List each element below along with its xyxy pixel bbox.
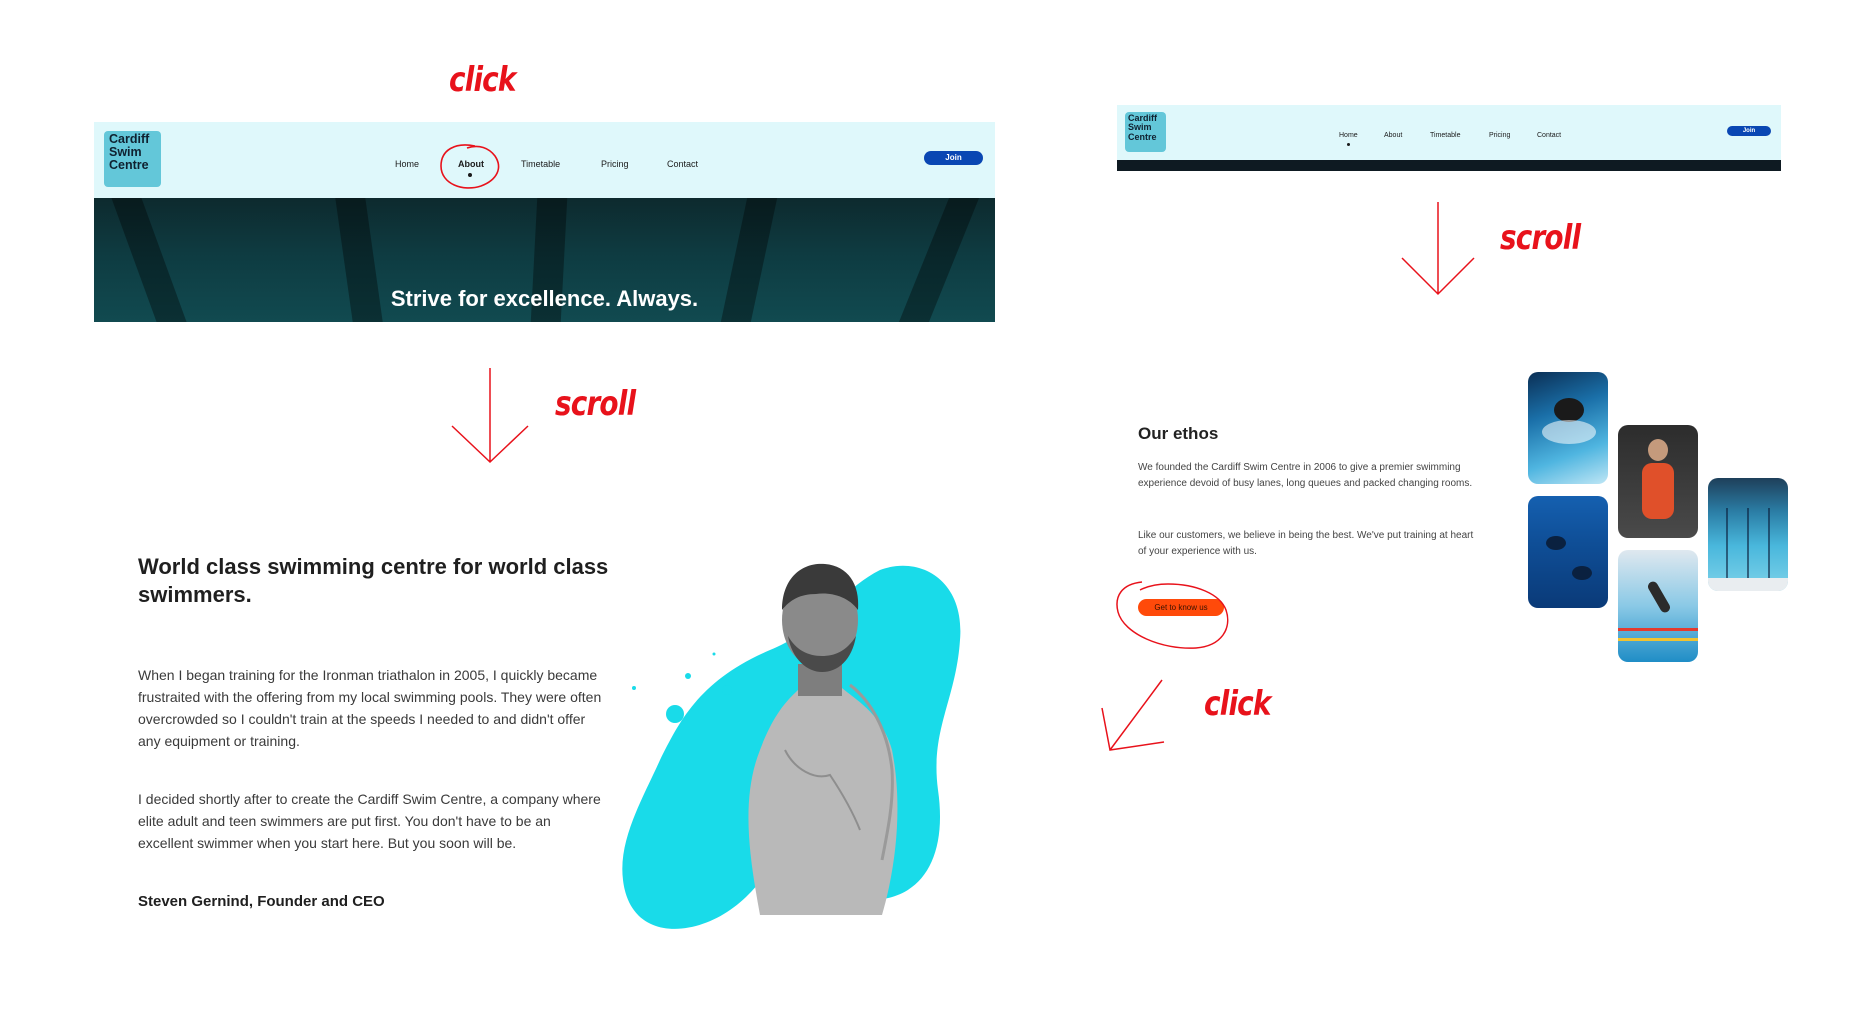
annotation-scroll-arrow-down	[451, 368, 529, 464]
annotation-scroll-arrow-down	[1401, 202, 1475, 296]
site-logo[interactable]: Cardiff Swim Centre	[1125, 112, 1166, 152]
header-nav-home-page: Cardiff Swim Centre Home About Timetable…	[1117, 105, 1781, 160]
nav-item-contact[interactable]: Contact	[667, 159, 698, 169]
photo-diving-swimmer	[1618, 550, 1698, 662]
about-heading: World class swimming centre for world cl…	[138, 554, 609, 607]
logo-text-line3: Centre	[109, 158, 149, 173]
nav-item-about[interactable]: About	[1384, 132, 1402, 139]
annotation-circle-cta	[1116, 581, 1229, 649]
nav-item-home[interactable]: Home	[395, 159, 419, 169]
about-paragraph-2: I decided shortly after to create the Ca…	[138, 791, 601, 851]
founder-portrait	[622, 563, 961, 929]
hero-title: Strive for excellence. Always.	[390, 286, 699, 311]
header-nav-about-page: Cardiff Swim Centre Home About Timetable…	[94, 122, 995, 198]
annotation-scroll-label: scroll	[1500, 218, 1581, 258]
annotation-circle-about	[440, 144, 500, 189]
photo-empty-pool-lanes	[1708, 478, 1788, 591]
ethos-paragraph-2: Like our customers, we believe in being …	[1138, 530, 1474, 557]
join-button[interactable]: Join	[1727, 126, 1771, 136]
ethos-heading: Our ethos	[1138, 424, 1219, 443]
nav-item-pricing[interactable]: Pricing	[1489, 132, 1510, 139]
photo-underwater-swimmers	[1528, 496, 1608, 608]
hero-banner-top-edge	[1117, 160, 1781, 171]
photo-swimmer-breaststroke	[1528, 372, 1608, 484]
join-button[interactable]: Join	[924, 151, 983, 165]
annotation-click-label: click	[449, 60, 516, 100]
annotation-scroll-label: scroll	[555, 384, 636, 424]
annotation-click-label: click	[1204, 684, 1271, 724]
annotation-click-arrow	[1101, 679, 1165, 751]
founder-signature: Steven Gernind, Founder and CEO	[138, 893, 385, 910]
nav-item-timetable[interactable]: Timetable	[521, 159, 560, 169]
nav-item-pricing[interactable]: Pricing	[601, 159, 629, 169]
photo-swimmer-portrait	[1618, 425, 1698, 538]
nav-item-timetable[interactable]: Timetable	[1430, 132, 1460, 139]
site-logo[interactable]: Cardiff Swim Centre	[104, 131, 161, 187]
hero-banner: Strive for excellence. Always.	[94, 198, 995, 322]
active-nav-indicator	[1347, 143, 1350, 146]
logo-text-line3: Centre	[1128, 131, 1157, 142]
ethos-paragraph-1: We founded the Cardiff Swim Centre in 20…	[1138, 462, 1473, 489]
about-paragraph-1: When I began training for the Ironman tr…	[138, 667, 602, 749]
nav-item-home[interactable]: Home	[1339, 132, 1358, 139]
nav-item-contact[interactable]: Contact	[1537, 132, 1561, 139]
